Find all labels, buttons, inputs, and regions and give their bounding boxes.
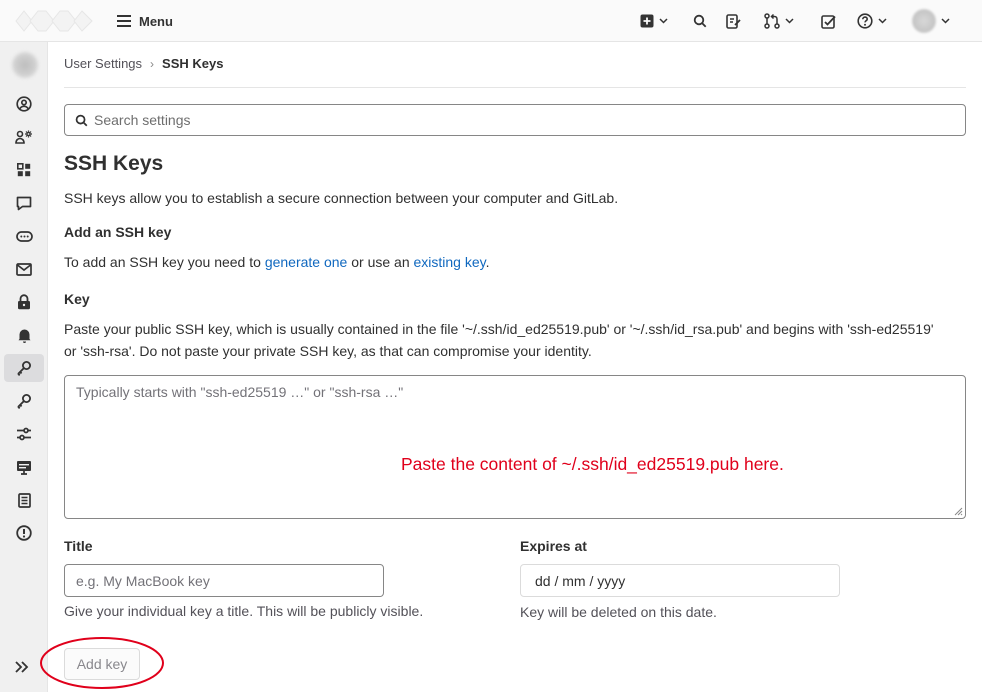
help-dropdown-button[interactable] (857, 12, 887, 30)
key-textarea-wrapper: Paste the content of ~/.ssh/id_ed25519.p… (64, 375, 966, 519)
todos-button[interactable] (821, 12, 836, 30)
top-bar: Menu (0, 0, 982, 42)
menu-button[interactable]: Menu (117, 11, 173, 31)
double-chevron-right-icon (15, 661, 29, 673)
issues-icon (726, 13, 741, 29)
hamburger-icon (117, 15, 131, 27)
merge-requests-button[interactable] (764, 12, 794, 30)
monitor-icon (17, 460, 31, 475)
key-help-text: Paste your public SSH key, which is usua… (64, 321, 934, 359)
sidebar-avatar[interactable] (12, 52, 38, 78)
chevron-down-icon (785, 18, 794, 24)
instructions-text: To add an SSH key you need to (64, 254, 265, 270)
sidebar-item-password[interactable] (4, 288, 44, 316)
mail-icon (16, 262, 32, 276)
add-key-button[interactable]: Add key (64, 648, 140, 680)
search-icon (693, 14, 707, 28)
resize-handle-icon[interactable] (953, 506, 963, 516)
chevron-down-icon (878, 18, 887, 24)
title-input[interactable] (64, 564, 384, 597)
sidebar-item-preferences[interactable] (4, 420, 44, 448)
key-textarea[interactable] (65, 376, 965, 518)
todo-icon (821, 14, 836, 29)
breadcrumb-current[interactable]: SSH Keys (162, 56, 223, 71)
plus-square-icon (640, 14, 654, 28)
sidebar-item-applications[interactable] (4, 156, 44, 184)
page-description: SSH keys allow you to establish a secure… (64, 190, 619, 206)
sidebar-item-active-sessions[interactable] (4, 453, 44, 481)
applications-icon (17, 163, 31, 177)
sidebar-item-emails[interactable] (4, 255, 44, 283)
sidebar-item-access-tokens[interactable] (4, 222, 44, 250)
user-avatar (912, 9, 936, 33)
breadcrumb-separator: › (150, 56, 155, 71)
instructions-text: . (485, 254, 490, 270)
notifications-icon (18, 329, 30, 343)
lock-icon (18, 294, 30, 310)
new-dropdown-button[interactable] (640, 12, 668, 30)
log-icon (17, 492, 31, 508)
search-button[interactable] (693, 12, 707, 30)
key-icon (17, 394, 31, 409)
preferences-icon (17, 427, 31, 441)
search-settings-box[interactable] (64, 104, 966, 136)
profile-icon (16, 96, 32, 112)
expires-date-input[interactable]: dd / mm / yyyy (520, 564, 840, 597)
sidebar-item-usage-quotas[interactable] (4, 519, 44, 547)
add-key-instructions: To add an SSH key you need to generate o… (64, 254, 490, 270)
gitlab-logo-icon[interactable] (14, 8, 94, 34)
token-icon (15, 230, 33, 242)
issues-button[interactable] (726, 12, 741, 30)
search-settings-input[interactable] (94, 112, 954, 128)
quota-icon (16, 525, 32, 541)
title-help-text: Give your individual key a title. This w… (64, 603, 424, 619)
collapse-sidebar-button[interactable] (14, 660, 30, 677)
expires-label: Expires at (520, 538, 587, 554)
comment-icon (16, 196, 32, 210)
sidebar-item-chat[interactable] (4, 189, 44, 217)
add-key-heading: Add an SSH key (64, 224, 172, 240)
expires-help-text: Key will be deleted on this date. (520, 604, 717, 620)
chevron-down-icon (941, 18, 950, 24)
generate-one-link[interactable]: generate one (265, 254, 348, 270)
user-menu-button[interactable] (912, 9, 950, 33)
breadcrumb-user-settings[interactable]: User Settings (64, 56, 142, 71)
page-title: SSH Keys (64, 152, 164, 175)
search-icon (75, 114, 88, 126)
sidebar-item-authentication-log[interactable] (4, 486, 44, 514)
sidebar-item-ssh-keys[interactable] (4, 354, 44, 382)
key-icon (17, 361, 31, 376)
account-settings-icon (15, 130, 32, 144)
menu-label: Menu (139, 13, 173, 29)
chevron-down-icon (659, 18, 668, 24)
merge-request-icon (764, 13, 780, 29)
sidebar-item-account[interactable] (4, 123, 44, 151)
key-label: Key (64, 291, 90, 307)
breadcrumb: User Settings › SSH Keys (64, 56, 223, 71)
help-icon (857, 13, 873, 29)
settings-sidebar (0, 42, 48, 692)
instructions-text: or use an (347, 254, 414, 270)
sidebar-item-gpg-keys[interactable] (4, 387, 44, 415)
sidebar-item-notifications[interactable] (4, 321, 44, 349)
divider (64, 87, 966, 88)
sidebar-item-profile[interactable] (4, 90, 44, 118)
title-label: Title (64, 538, 93, 554)
existing-key-link[interactable]: existing key (414, 254, 486, 270)
